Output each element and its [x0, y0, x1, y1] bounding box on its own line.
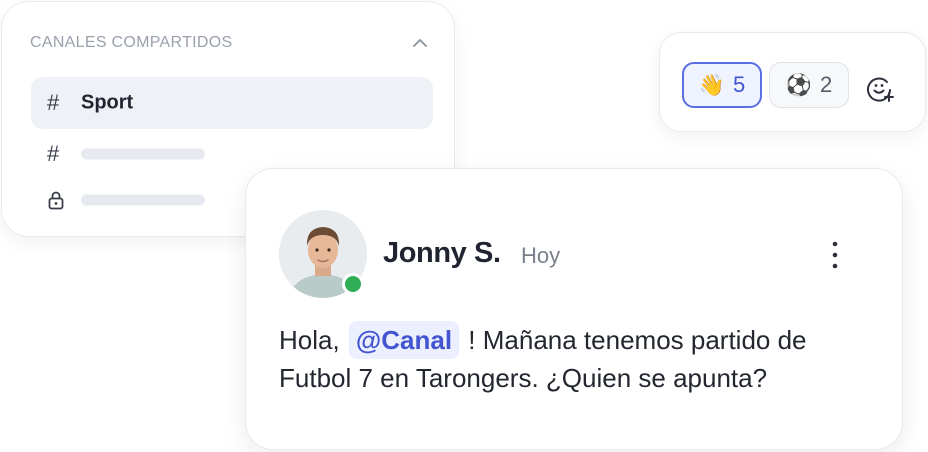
online-status-indicator	[342, 273, 364, 295]
channels-title: CANALES COMPARTIDOS	[30, 34, 233, 51]
hash-icon: #	[47, 141, 60, 166]
channels-header[interactable]: CANALES COMPARTIDOS	[30, 32, 430, 54]
more-options-icon[interactable]	[826, 239, 844, 271]
lock-icon	[48, 191, 64, 210]
reaction-count: 2	[819, 72, 833, 97]
chevron-up-icon[interactable]	[410, 33, 430, 53]
channel-name-placeholder	[81, 194, 205, 206]
hash-icon: #	[47, 90, 60, 115]
waving-hand-icon: 👋	[698, 73, 725, 97]
message-body: Hola, @Canal ! Mañana tenemos partido de…	[279, 321, 879, 397]
message-card: Jonny S. Hoy Hola, @Canal ! Mañana tenem…	[245, 168, 903, 450]
reaction-count: 5	[732, 72, 746, 97]
message-author[interactable]: Jonny S.	[383, 237, 501, 270]
reactions-panel: 👋 5 ⚽ 2	[659, 32, 926, 132]
channel-mention[interactable]: @Canal	[348, 321, 460, 359]
channel-label: Sport	[81, 91, 134, 114]
soccer-ball-icon: ⚽	[785, 73, 812, 97]
add-emoji-icon[interactable]	[865, 73, 895, 103]
channel-name-placeholder	[81, 148, 205, 160]
message-text-start: Hola,	[279, 325, 347, 355]
reaction-soccer[interactable]: ⚽ 2	[769, 62, 849, 108]
reaction-wave[interactable]: 👋 5	[682, 62, 762, 108]
message-timestamp: Hoy	[521, 243, 561, 268]
channel-item-sport[interactable]: # Sport	[31, 77, 433, 129]
